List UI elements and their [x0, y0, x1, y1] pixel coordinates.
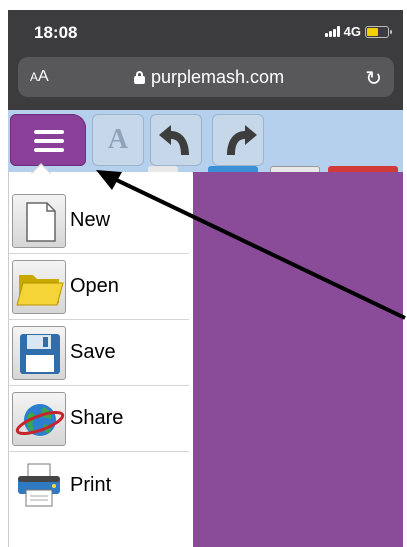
menu-item-open[interactable]: Open	[8, 254, 189, 320]
ios-browser-chrome: 18:08 4G AA purplemash.com ↻	[8, 10, 403, 110]
address-bar[interactable]: AA purplemash.com ↻	[18, 57, 394, 97]
menu-item-label: New	[70, 209, 111, 231]
url-display[interactable]: purplemash.com	[134, 67, 284, 88]
hamburger-menu-icon[interactable]	[10, 114, 86, 166]
battery-icon	[365, 25, 392, 38]
menu-item-new[interactable]: New	[8, 188, 189, 254]
undo-icon[interactable]	[150, 114, 202, 166]
status-time: 18:08	[34, 23, 78, 42]
text-size-button[interactable]: AA	[30, 68, 49, 86]
reload-icon[interactable]: ↻	[365, 66, 382, 91]
globe-icon	[12, 391, 66, 446]
app-toolbar: A	[8, 110, 403, 174]
font-button[interactable]: A	[92, 114, 144, 166]
lock-icon	[134, 71, 145, 84]
new-document-icon	[12, 193, 66, 248]
floppy-disk-icon	[12, 325, 66, 380]
network-type: 4G	[343, 24, 361, 39]
menu-item-label: Save	[70, 341, 116, 363]
status-indicators: 4G	[324, 24, 392, 39]
redo-icon[interactable]	[212, 114, 264, 166]
drawing-canvas[interactable]	[193, 172, 403, 547]
url-text: purplemash.com	[151, 67, 285, 87]
menu-item-share[interactable]: Share	[8, 386, 189, 452]
menu-item-print[interactable]: Print	[8, 452, 189, 518]
signal-icon	[324, 26, 340, 37]
menu-item-label: Open	[70, 275, 119, 297]
menu-item-label: Print	[70, 473, 112, 496]
menu-item-label: Share	[70, 407, 124, 429]
menu-item-save[interactable]: Save	[8, 320, 189, 386]
folder-icon	[12, 259, 66, 314]
printer-icon	[12, 458, 66, 512]
